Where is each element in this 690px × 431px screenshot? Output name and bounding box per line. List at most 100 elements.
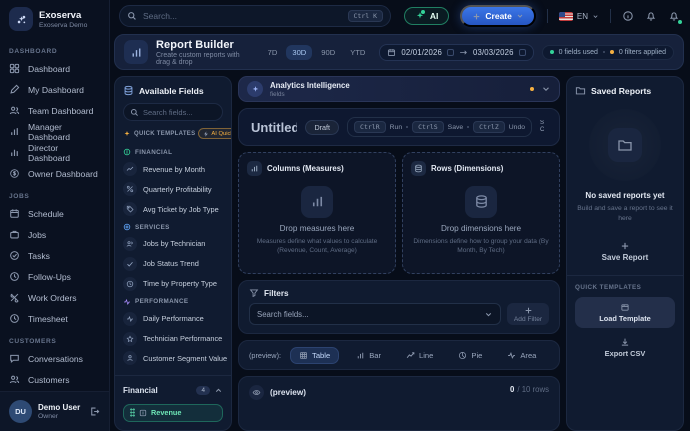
- sidebar-item-tasks[interactable]: Tasks: [9, 245, 100, 266]
- date-from[interactable]: 02/01/2026: [401, 48, 442, 57]
- template-label: Job Status Trend: [143, 259, 199, 268]
- range-7d[interactable]: 7D: [262, 45, 284, 60]
- chart-type-area[interactable]: Area: [499, 348, 544, 363]
- group-label: SERVICES: [135, 224, 170, 231]
- sidebar-item-director-dashboard[interactable]: Director Dashboard: [9, 142, 100, 163]
- ai-quick-start-badge[interactable]: AI Quick Start: [198, 128, 232, 139]
- template-avg-ticket-by-job-type[interactable]: Avg Ticket by Job Type: [123, 199, 223, 219]
- date-from-picker-icon[interactable]: [447, 49, 454, 56]
- global-search[interactable]: Ctrl K: [119, 5, 391, 27]
- range-90d[interactable]: 90D: [315, 45, 341, 60]
- chart-type-bar[interactable]: Bar: [348, 348, 389, 363]
- sidebar-item-team-dashboard[interactable]: Team Dashboard: [9, 100, 100, 121]
- analytics-intelligence-bar[interactable]: Analytics Intelligence fields: [238, 76, 560, 102]
- export-csv-button[interactable]: Export CSV: [605, 337, 646, 358]
- ai-bar-title: Analytics Intelligence: [270, 81, 350, 90]
- chart-type-line[interactable]: Line: [398, 348, 441, 363]
- category-financial-row[interactable]: Financial 4: [123, 382, 223, 398]
- pen-icon: [9, 84, 20, 95]
- template-quarterly-profitability[interactable]: Quarterly Profitability: [123, 179, 223, 199]
- sidebar-item-manager-dashboard[interactable]: Manager Dashboard: [9, 121, 100, 142]
- empty-state-circle: [589, 109, 661, 181]
- template-label: Customer Segment Value: [143, 354, 227, 363]
- save-report-label: Save Report: [602, 253, 649, 262]
- chevron-up-icon[interactable]: [214, 386, 223, 395]
- notification-dot: [678, 20, 683, 25]
- nav-item-label: Follow-Ups: [28, 272, 71, 282]
- ai-button[interactable]: AI: [404, 7, 450, 25]
- report-title-input[interactable]: [251, 120, 297, 135]
- sidebar-item-work-orders[interactable]: Work Orders: [9, 287, 100, 308]
- chart-type-table[interactable]: Table: [290, 347, 339, 364]
- template-jobs-by-technician[interactable]: Jobs by Technician: [123, 234, 223, 254]
- add-filter-label: Add Filter: [514, 316, 542, 323]
- chart-type-card: (preview): Table Bar Line: [238, 340, 560, 370]
- template-customer-segment-value[interactable]: Customer Segment Value: [123, 349, 223, 369]
- sidebar-item-conversations[interactable]: Conversations: [9, 348, 100, 369]
- chart-type-label: Area: [520, 351, 536, 360]
- field-chip-revenue[interactable]: Revenue: [123, 404, 223, 422]
- sidebar-item-jobs[interactable]: Jobs: [9, 224, 100, 245]
- load-template-button[interactable]: Load Template: [575, 297, 675, 328]
- search-input[interactable]: [143, 11, 342, 21]
- sidebar-item-my-dashboard[interactable]: My Dashboard: [9, 79, 100, 100]
- group-financial: FINANCIAL: [123, 148, 223, 156]
- sidebar-item-customers[interactable]: Customers: [9, 369, 100, 390]
- available-fields-panel: Available Fields QUICK TEMPLATES AI Quic…: [114, 76, 232, 431]
- preview-label: (preview): [270, 388, 306, 397]
- line-chart-icon: [406, 351, 415, 360]
- template-daily-performance[interactable]: Daily Performance: [123, 309, 223, 329]
- template-time-by-property-type[interactable]: Time by Property Type: [123, 274, 223, 294]
- calendar-icon: [9, 208, 20, 219]
- info-icon[interactable]: [622, 10, 634, 22]
- app-root: Exoserva Exoserva Demo DASHBOARD Dashboa…: [0, 0, 690, 431]
- template-revenue-by-month[interactable]: Revenue by Month: [123, 159, 223, 179]
- rows-dimensions-dropzone[interactable]: Rows (Dimensions) Drop dimensions here D…: [402, 152, 560, 274]
- plus-icon: [620, 241, 630, 251]
- range-ytd[interactable]: YTD: [344, 45, 371, 60]
- sidebar-item-owner-dashboard[interactable]: Owner Dashboard: [9, 163, 100, 184]
- bell-icon[interactable]: [645, 10, 657, 22]
- fields-search[interactable]: [123, 103, 223, 121]
- run-shortcut-label: Run: [390, 124, 402, 131]
- us-flag-icon: [559, 12, 573, 21]
- chevron-down-icon[interactable]: [541, 84, 551, 94]
- activity-icon: [123, 312, 137, 326]
- date-range-picker[interactable]: 02/01/2026 03/03/2026: [379, 44, 533, 61]
- date-to[interactable]: 03/03/2026: [473, 48, 514, 57]
- folder-icon: [608, 128, 642, 162]
- template-technician-performance[interactable]: Technician Performance: [123, 329, 223, 349]
- logout-icon[interactable]: [89, 406, 100, 417]
- user-card[interactable]: DU Demo User Owner: [0, 391, 109, 431]
- divider: [567, 275, 683, 276]
- database-icon: [411, 161, 426, 176]
- notifications-bell-icon[interactable]: [668, 10, 680, 22]
- chart-type-pie[interactable]: Pie: [450, 348, 490, 363]
- filters-field-select[interactable]: Search fields...: [249, 303, 501, 325]
- trend-up-icon: [123, 162, 137, 176]
- add-filter-button[interactable]: Add Filter: [507, 303, 549, 325]
- main-area: Ctrl K AI Create EN: [110, 0, 690, 431]
- sidebar-item-follow-ups[interactable]: Follow-Ups: [9, 266, 100, 287]
- template-label: Daily Performance: [143, 314, 204, 323]
- create-button[interactable]: Create: [460, 5, 535, 27]
- clock-icon: [123, 277, 137, 291]
- template-job-status-trend[interactable]: Job Status Trend: [123, 254, 223, 274]
- drag-handle-icon[interactable]: [130, 408, 135, 417]
- ai-status-dot: [530, 87, 534, 91]
- available-fields-header: Available Fields: [123, 85, 223, 96]
- range-30d[interactable]: 30D: [286, 45, 312, 60]
- brand[interactable]: Exoserva Exoserva Demo: [0, 0, 109, 37]
- sidebar-item-schedule[interactable]: Schedule: [9, 203, 100, 224]
- date-to-picker-icon[interactable]: [519, 49, 526, 56]
- columns-measures-dropzone[interactable]: Columns (Measures) Drop measures here Me…: [238, 152, 396, 274]
- save-report-button[interactable]: Save Report: [602, 241, 649, 262]
- divider: [547, 9, 548, 23]
- language-selector[interactable]: EN: [559, 12, 599, 21]
- sidebar-item-dashboard[interactable]: Dashboard: [9, 58, 100, 79]
- sidebar-item-timesheet[interactable]: Timesheet: [9, 308, 100, 329]
- filters-card: Filters Search fields... Add Filter: [238, 280, 560, 334]
- check-circle-icon: [9, 250, 20, 261]
- fields-search-input[interactable]: [143, 108, 216, 117]
- columns-zone-title: Columns (Measures): [267, 164, 344, 173]
